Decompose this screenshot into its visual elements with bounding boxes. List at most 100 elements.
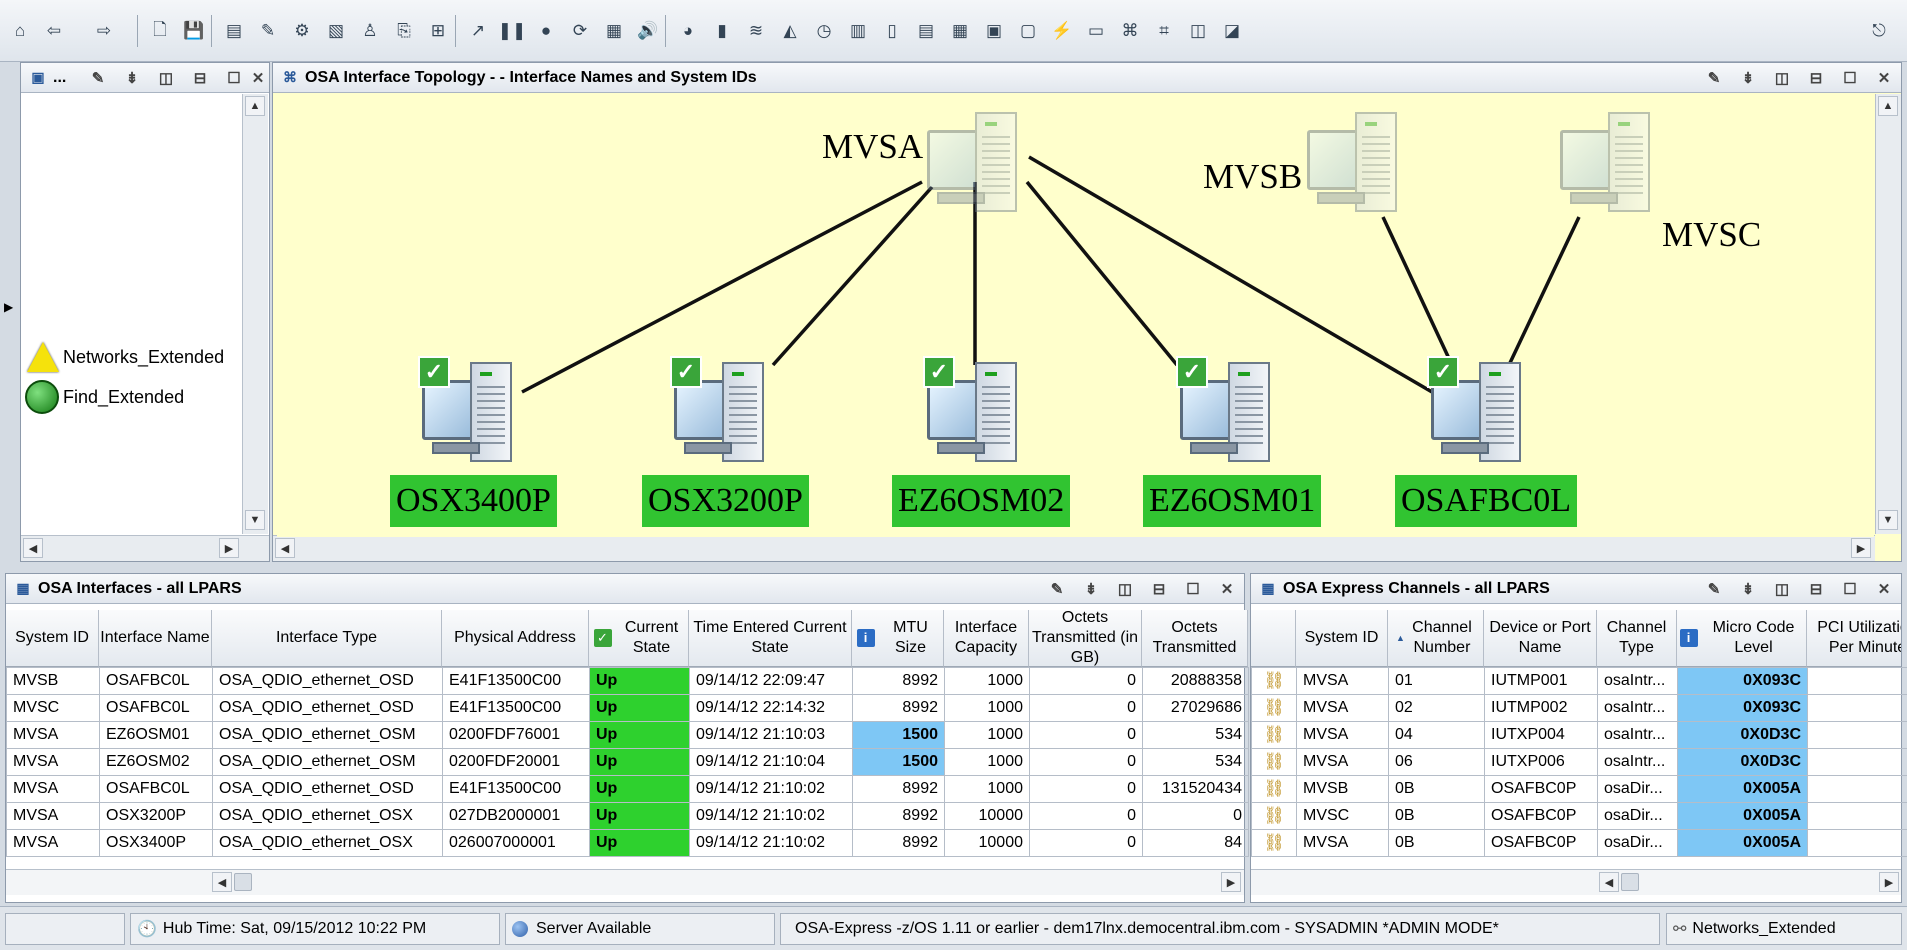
attach-icon[interactable]: ⎘ [392,18,416,44]
table-row[interactable]: ⛓ MVSA 01 IUTMP001 osaIntr... 0X093C [1251,667,1907,695]
scroll-down-icon[interactable]: ▼ [245,510,265,530]
system-node-mvsa[interactable] [927,112,1027,222]
split-horizontal-icon[interactable]: ⊟ [1148,579,1170,599]
terminal-icon[interactable]: ▢ [1016,18,1040,44]
column-header[interactable]: Channel Type [1597,610,1677,667]
column-header[interactable]: ▲ Channel Number [1388,610,1484,667]
split-vertical-icon[interactable]: ◫ [1771,579,1793,599]
workspace-icon[interactable]: ▤ [222,18,246,44]
maximize-icon[interactable]: ☐ [223,68,245,88]
lightning-icon[interactable]: ⚡ [1050,18,1074,44]
column-header[interactable]: i Micro Code Level [1677,610,1807,667]
column-header[interactable]: Octets Transmitted [1142,610,1248,667]
split-vertical-icon[interactable]: ◫ [1114,579,1136,599]
save-icon[interactable]: 💾 [182,18,206,44]
browser-icon[interactable]: ▭ [1084,18,1108,44]
forward-arrow-icon[interactable]: ⇨ [92,18,116,44]
column-header[interactable]: Interface Name [99,610,212,667]
topology-icon[interactable]: ⌘ [1118,18,1142,44]
back-arrow-icon[interactable]: ⇦ [42,18,66,44]
split-horizontal-icon[interactable]: ⊟ [1805,68,1827,88]
maximize-icon[interactable]: ☐ [1839,68,1861,88]
new-page-icon[interactable]: 🗋 [148,18,172,44]
table-row[interactable]: MVSC OSAFBC0L OSA_QDIO_ethernet_OSD E41F135… [6,694,1249,722]
split-horizontal-icon[interactable]: ⊟ [1805,579,1827,599]
navigator-vertical-scrollbar[interactable]: ▲ ▼ [242,94,268,534]
link-icon[interactable]: ⛓ [1251,775,1297,803]
sound-icon[interactable]: 🔊 [636,18,660,44]
interface-node-osx3200p[interactable]: ✓ [670,356,774,472]
table-row[interactable]: ⛓ MVSB 0B OSAFBC0P osaDir... 0X005A [1251,775,1907,803]
gauge-icon[interactable]: ◷ [812,18,836,44]
osa-interfaces-horizontal-scrollbar[interactable]: ◀ ▶ [6,869,1244,895]
table-row[interactable]: MVSA OSAFBC0L OSA_QDIO_ethernet_OSD E41F135… [6,775,1249,803]
links-icon[interactable]: ⊞ [426,18,450,44]
link-icon[interactable]: ⛓ [1251,721,1297,749]
edit-icon[interactable]: ✎ [1046,579,1068,599]
bar-gauge-icon[interactable]: ▥ [846,18,870,44]
person-icon[interactable]: ♙ [358,18,382,44]
link-icon[interactable]: ⛓ [1251,667,1297,695]
scroll-down-icon[interactable]: ▼ [1878,510,1898,530]
table-row[interactable]: ⛓ MVSC 0B OSAFBC0P osaDir... 0X005A [1251,802,1907,830]
chart-arrow-icon[interactable]: ↗ [466,18,490,44]
column-header[interactable]: Time Entered Current State [689,610,852,667]
split-horizontal-icon[interactable]: ⊟ [189,68,211,88]
interface-node-osafbc0l[interactable]: ✓ [1427,356,1531,472]
scroll-up-icon[interactable]: ▲ [245,96,265,116]
link-icon[interactable]: ⛓ [1251,802,1297,830]
maximize-icon[interactable]: ☐ [1839,579,1861,599]
split-icon[interactable]: ◫ [1186,18,1210,44]
edit-icon[interactable]: ✎ [1703,68,1725,88]
multi-icon[interactable]: ◪ [1220,18,1244,44]
close-icon[interactable]: ✕ [1873,68,1895,88]
column-header[interactable]: System ID [1296,610,1388,667]
scroll-thumb[interactable] [1621,873,1639,891]
table-row[interactable]: MVSB OSAFBC0L OSA_QDIO_ethernet_OSD E41F135… [6,667,1249,695]
pipe-icon[interactable]: ⌗ [1152,18,1176,44]
system-node-mvsc[interactable] [1560,112,1660,222]
workspace-button[interactable]: ⚯ Networks_Extended [1666,913,1902,945]
properties-icon[interactable]: ⚙ [290,18,314,44]
scroll-left-icon[interactable]: ◀ [212,872,232,892]
interface-node-ez6osm02[interactable]: ✓ [923,356,1027,472]
split-vertical-icon[interactable]: ◫ [155,68,177,88]
topology-horizontal-scrollbar[interactable]: ◀ ▶ [273,535,1875,561]
table-row[interactable]: MVSA OSX3200P OSA_QDIO_ethernet_OSX 027DB20… [6,802,1249,830]
collapse-icon[interactable]: ⇟ [121,68,143,88]
column-header[interactable]: Device or Port Name [1484,610,1597,667]
expand-panel-arrow[interactable]: ▶ [4,300,13,314]
navigator-item-networks-extended[interactable]: Networks_Extended [21,341,224,373]
collapse-icon[interactable]: ⇟ [1737,68,1759,88]
link-icon[interactable]: ⛓ [1251,829,1297,857]
message-log-icon[interactable]: ▦ [948,18,972,44]
event-console-icon[interactable]: ▤ [914,18,938,44]
osa-channels-horizontal-scrollbar[interactable]: ◀ ▶ [1251,869,1901,895]
split-vertical-icon[interactable]: ◫ [1771,68,1793,88]
link-icon[interactable]: ⛓ [1251,748,1297,776]
column-header[interactable]: Octets Transmitted (in GB) [1029,609,1142,667]
image-icon[interactable]: ▧ [324,18,348,44]
column-header[interactable] [1251,610,1296,667]
logout-icon[interactable]: ⎋ [1867,18,1891,44]
column-header[interactable]: PCI Utilization Per Minute [1807,610,1901,667]
pause-icon[interactable]: ❚❚ [498,18,527,44]
scroll-left-icon[interactable]: ◀ [1599,872,1619,892]
column-header[interactable]: Interface Type [212,610,442,667]
table-row[interactable]: ⛓ MVSA 0B OSAFBC0P osaDir... 0X005A [1251,829,1907,857]
close-icon[interactable]: ✕ [247,68,269,88]
edit-icon[interactable]: ✎ [87,68,109,88]
collapse-icon[interactable]: ⇟ [1080,579,1102,599]
area-chart-icon[interactable]: ◭ [778,18,802,44]
navigator-horizontal-scrollbar[interactable]: ◀ ▶ [21,535,269,561]
table-row[interactable]: ⛓ MVSA 04 IUTXP004 osaIntr... 0X0D3C [1251,721,1907,749]
column-header[interactable]: Physical Address [442,610,589,667]
column-header[interactable]: System ID [6,610,99,667]
column-header[interactable]: ✓ Current State [589,610,689,667]
scroll-left-icon[interactable]: ◀ [275,538,295,558]
record-icon[interactable]: ● [534,18,558,44]
scroll-left-icon[interactable]: ◀ [23,538,43,558]
table-row[interactable]: ⛓ MVSA 06 IUTXP006 osaIntr... 0X0D3C [1251,748,1907,776]
plot-chart-icon[interactable]: ≋ [744,18,768,44]
interface-node-ez6osm01[interactable]: ✓ [1176,356,1280,472]
